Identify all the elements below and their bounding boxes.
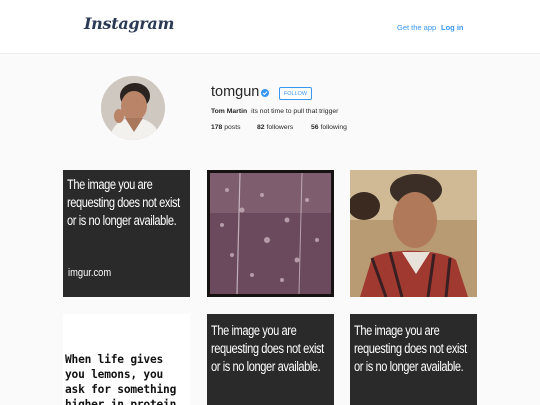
instagram-logo[interactable]: Instagram	[84, 14, 174, 33]
stat-label: followers	[266, 124, 294, 131]
text-line: requesting does not exist	[211, 341, 324, 356]
text-line: The image you are	[67, 177, 153, 192]
post-tile[interactable]: The image you are requesting does not ex…	[207, 314, 334, 405]
quote-text: When life gives you lemons, you ask for …	[65, 352, 183, 405]
profile-bio: Tom Martin its not time to pull that trig…	[211, 108, 338, 115]
imgur-watermark: imgur.com	[68, 267, 112, 279]
stat-number: 82	[257, 124, 265, 131]
post-tile[interactable]	[350, 170, 477, 297]
text-line: requesting does not exist	[354, 341, 467, 356]
profile-username: tomgun	[211, 84, 260, 100]
text-line: The image you are	[211, 323, 297, 338]
followers-count[interactable]: 82 followers	[257, 124, 293, 131]
post-image	[210, 172, 331, 295]
text-line: or is no longer available.	[354, 359, 464, 374]
text-line: or is no longer available.	[211, 359, 321, 374]
follow-button[interactable]: FOLLOW	[279, 87, 312, 100]
top-navigation-bar: Instagram Get the app Log in	[0, 0, 540, 54]
stat-label: following	[320, 124, 347, 131]
get-the-app-link[interactable]: Get the app	[397, 23, 436, 32]
text-line: you lemons, you	[65, 368, 164, 381]
stat-number: 178	[211, 124, 223, 131]
stat-label: posts	[224, 124, 241, 131]
post-tile[interactable]	[207, 170, 334, 297]
text-line: higher in protein.	[65, 398, 183, 405]
text-line: The image you are	[354, 323, 440, 338]
following-count[interactable]: 56 following	[311, 124, 347, 131]
profile-avatar	[101, 76, 165, 140]
stat-number: 56	[311, 124, 319, 131]
profile-bio-text: its not time to pull that trigger	[251, 108, 339, 115]
verified-badge-icon	[261, 89, 269, 97]
log-in-link[interactable]: Log in	[441, 23, 464, 32]
image-unavailable-text: The image you are requesting does not ex…	[354, 322, 467, 376]
post-image	[350, 170, 477, 297]
image-unavailable-text: The image you are requesting does not ex…	[211, 322, 324, 376]
posts-count: 178 posts	[211, 124, 240, 131]
text-line: When life gives	[65, 353, 164, 366]
image-unavailable-text: The image you are requesting does not ex…	[67, 176, 180, 230]
text-line: ask for something	[65, 383, 177, 396]
post-tile[interactable]: When life gives you lemons, you ask for …	[63, 314, 190, 405]
post-tile[interactable]: The image you are requesting does not ex…	[350, 314, 477, 405]
profile-full-name: Tom Martin	[211, 108, 248, 115]
text-line: requesting does not exist	[67, 195, 180, 210]
post-tile[interactable]: The image you are requesting does not ex…	[63, 170, 190, 297]
text-line: or is no longer available.	[67, 213, 177, 228]
